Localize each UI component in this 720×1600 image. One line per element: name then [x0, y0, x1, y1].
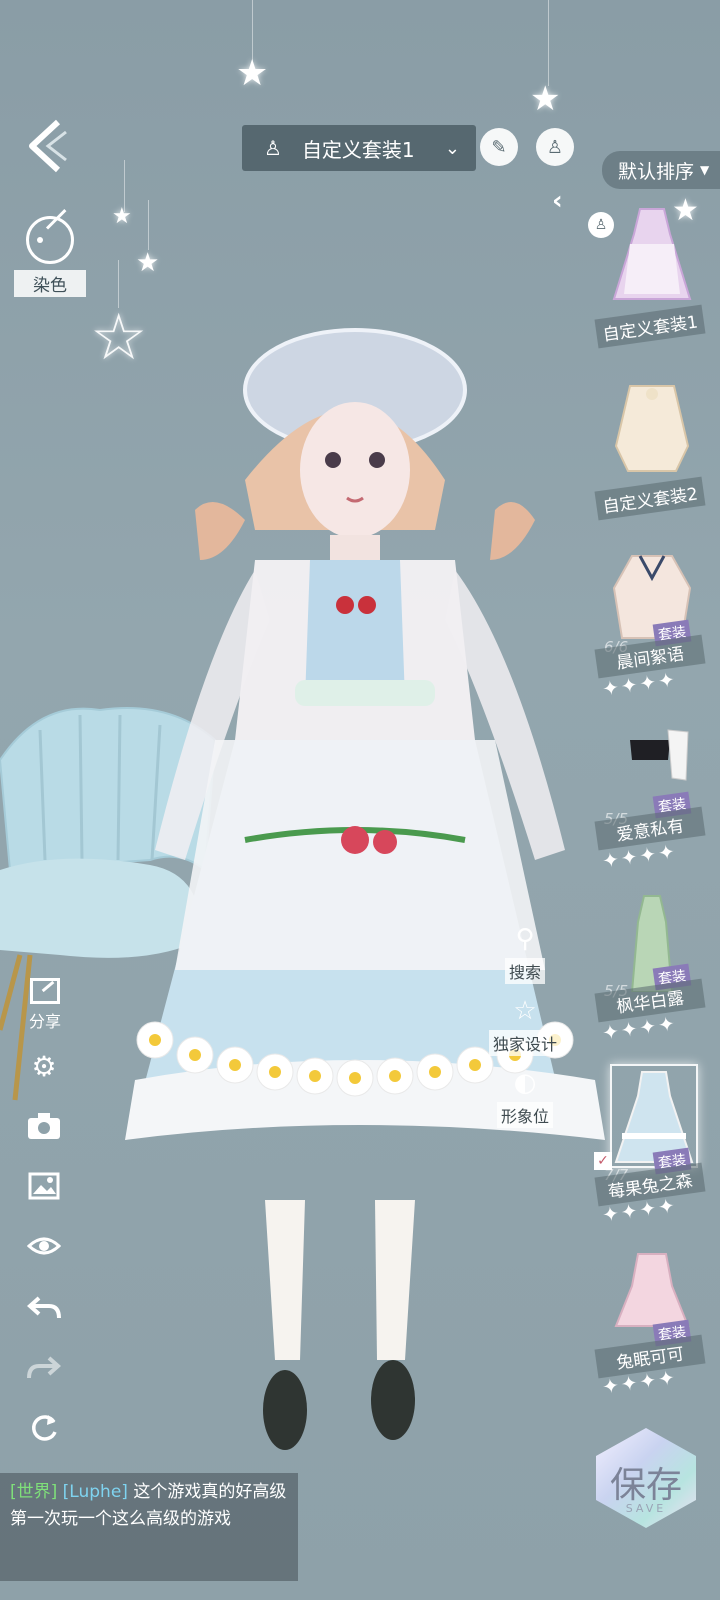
chevron-down-icon: ⌄	[444, 137, 460, 159]
back-chevron-icon[interactable]	[22, 118, 72, 174]
save-label: 保存	[609, 1465, 682, 1506]
outfit-item-selected[interactable]: ✓ 套装 7/7 莓果兔之森 ✦✦✦✦	[594, 1064, 716, 1234]
outfit-mode-button[interactable]: ♙	[536, 128, 574, 166]
star-decoration-icon: ★	[112, 204, 132, 229]
dress-icon: ♙	[264, 136, 282, 160]
search-button[interactable]: ⚲ 搜索	[480, 924, 570, 984]
hanging-string	[548, 0, 549, 86]
custom-outfit-badge-icon: ♙	[588, 212, 614, 238]
star-decoration-icon: ★	[236, 53, 269, 94]
star-decoration-icon: ★	[530, 79, 561, 119]
exclusive-design-button[interactable]: ☆ 独家设计	[480, 996, 570, 1056]
exclusive-design-label: 独家设计	[488, 1030, 561, 1056]
camera-icon[interactable]	[26, 1108, 62, 1144]
share-label: 分享	[28, 1012, 61, 1031]
outfit-item[interactable]: 套装 6/6 晨间絮语 ✦✦✦✦	[594, 548, 716, 708]
character-model[interactable]	[115, 320, 625, 1470]
hanging-string	[148, 200, 149, 250]
dye-label: 染色	[14, 270, 86, 297]
collapse-panel-icon[interactable]: ‹	[552, 186, 563, 216]
image-slot-label: 形象位	[496, 1102, 553, 1128]
reset-rotate-icon[interactable]	[26, 1410, 62, 1446]
save-sublabel: SAVE	[625, 1502, 667, 1515]
search-label: 搜索	[504, 958, 545, 984]
star-decoration-icon: ★	[136, 248, 160, 278]
dye-brush-button[interactable]: ✎	[480, 128, 518, 166]
star-outline-icon: ☆	[513, 996, 537, 1026]
outfit-item[interactable]: 套装 5/5 爱意私有 ✦✦✦✦	[594, 720, 716, 880]
outfit-thumbnail	[612, 208, 692, 300]
settings-gear-icon[interactable]: ⚙	[26, 1048, 62, 1084]
chat-channel: [世界]	[10, 1482, 58, 1502]
undo-icon[interactable]	[26, 1290, 62, 1326]
outfit-item[interactable]: 套装 5/5 枫华白露 ✦✦✦✦	[594, 892, 716, 1052]
outfit-name: 自定义套装1	[594, 304, 706, 349]
dress-icon: ♙	[546, 136, 564, 158]
outfit-item[interactable]: 自定义套装2	[594, 376, 716, 526]
palette-icon	[26, 209, 74, 264]
eye-visibility-icon[interactable]	[26, 1228, 62, 1264]
outfit-thumbnail	[614, 385, 690, 472]
dye-button[interactable]: 染色	[14, 209, 86, 297]
share-icon	[30, 978, 60, 1004]
share-button[interactable]: 分享	[20, 978, 70, 1032]
world-chat-box[interactable]: [世界] [Luphe] 这个游戏真的好高级 第一次玩一个这么高级的游戏	[0, 1473, 298, 1581]
outfit-selector-label: 自定义套装1	[301, 137, 415, 162]
sort-label: 默认排序	[618, 160, 695, 183]
outfit-selector-dropdown[interactable]: ♙ 自定义套装1 ⌄	[242, 125, 476, 171]
redo-icon[interactable]	[26, 1350, 62, 1386]
portrait-icon: ◐	[513, 1068, 537, 1098]
outfit-item[interactable]: 套装 兔眠可可 ✦✦✦✦	[594, 1246, 716, 1406]
save-button[interactable]: 保存 SAVE	[586, 1418, 706, 1538]
sort-dropdown[interactable]: 默认排序 ▼	[602, 151, 720, 189]
chat-username[interactable]: [Luphe]	[63, 1482, 128, 1502]
brush-icon: ✎	[491, 136, 507, 158]
search-icon: ⚲	[515, 924, 535, 954]
caret-down-icon: ▼	[700, 163, 710, 177]
outfit-item[interactable]: ♙ 自定义套装1	[588, 204, 716, 354]
gallery-image-icon[interactable]	[26, 1168, 62, 1204]
outfit-name: 自定义套装2	[594, 476, 706, 521]
image-slot-button[interactable]: ◐ 形象位	[480, 1068, 570, 1128]
